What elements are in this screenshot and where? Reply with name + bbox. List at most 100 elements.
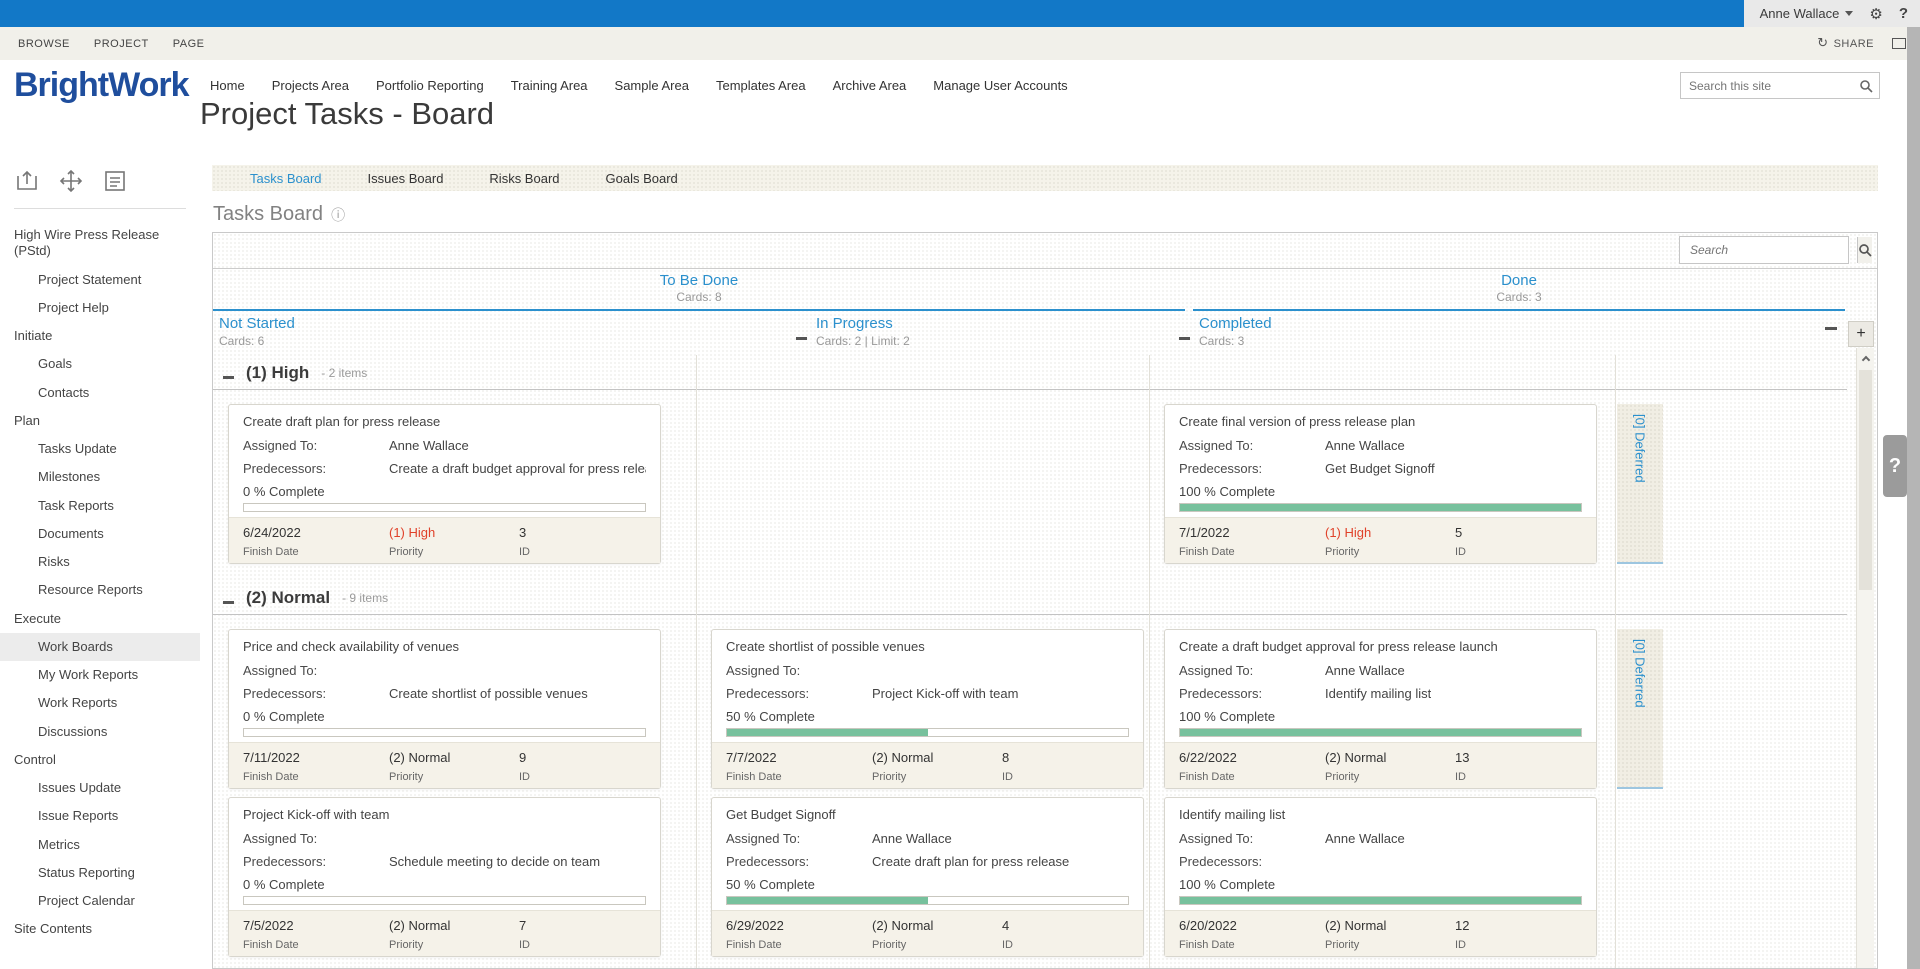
deferred-collapsed-column[interactable]: [0] Deferred xyxy=(1617,629,1663,789)
percent-complete-label: 50 % Complete xyxy=(726,709,1129,724)
column-label: Completed xyxy=(1199,315,1272,332)
deferred-label: [0] Deferred xyxy=(1633,639,1648,787)
sidebar-item[interactable]: Goals xyxy=(0,350,200,378)
lane-cell-in-progress: Create shortlist of possible venues Assi… xyxy=(696,629,1149,957)
sidebar-item[interactable]: High Wire Press Release (PStd) xyxy=(0,221,200,266)
predecessors-label: Predecessors: xyxy=(243,854,389,869)
feedback-help-tab[interactable]: ? xyxy=(1883,435,1907,497)
task-card[interactable]: Project Kick-off with team Assigned To: … xyxy=(228,797,661,957)
board-search-icon[interactable] xyxy=(1857,237,1872,263)
task-card[interactable]: Price and check availability of venues A… xyxy=(228,629,661,789)
sidebar-item[interactable]: My Work Reports xyxy=(0,661,200,689)
progress-bar xyxy=(243,896,646,905)
sidebar-item[interactable]: Work Boards xyxy=(0,633,200,661)
sidebar-item[interactable]: Work Reports xyxy=(0,689,200,717)
board-tab[interactable]: Issues Board xyxy=(368,171,444,186)
ribbon-tab[interactable]: PAGE xyxy=(173,38,205,50)
page-scrollbar[interactable] xyxy=(1907,27,1920,969)
board-search-input[interactable] xyxy=(1680,237,1857,263)
help-icon[interactable]: ? xyxy=(1899,5,1908,22)
focus-mode-icon[interactable] xyxy=(1892,38,1906,49)
task-card-body: Create draft plan for press release Assi… xyxy=(229,405,660,517)
finish-date-value: 7/7/2022 xyxy=(726,750,872,765)
collapse-lane-button[interactable] xyxy=(223,376,234,379)
chevron-down-icon xyxy=(1845,11,1853,16)
swimlane-body: Price and check availability of venues A… xyxy=(213,615,1877,969)
user-menu[interactable]: Anne Wallace xyxy=(1760,6,1854,21)
scrollbar-thumb[interactable] xyxy=(1859,370,1872,590)
assigned-to-label: Assigned To: xyxy=(1179,831,1325,846)
board-tab[interactable]: Tasks Board xyxy=(250,171,322,186)
sidebar-item[interactable]: Metrics xyxy=(0,831,200,859)
task-card-footer: 6/24/2022Finish Date (1) HighPriority 3I… xyxy=(229,517,660,563)
top-nav-link[interactable]: Home xyxy=(210,78,245,93)
sidebar-item[interactable]: Milestones xyxy=(0,463,200,491)
info-icon[interactable]: ⓘ xyxy=(331,205,345,225)
list-icon[interactable] xyxy=(102,168,128,194)
sidebar-item[interactable]: Site Contents xyxy=(0,915,200,943)
task-card[interactable]: Create shortlist of possible venues Assi… xyxy=(711,629,1144,789)
task-card[interactable]: Identify mailing list Assigned To: Anne … xyxy=(1164,797,1597,957)
share-button[interactable]: ↻ SHARE xyxy=(1817,37,1874,50)
top-nav-link[interactable]: Sample Area xyxy=(615,78,689,93)
sidebar-item[interactable]: Status Reporting xyxy=(0,859,200,887)
top-nav-link[interactable]: Templates Area xyxy=(716,78,806,93)
collapse-lane-button[interactable] xyxy=(223,601,234,604)
board-tab[interactable]: Risks Board xyxy=(489,171,559,186)
sidebar-item[interactable]: Documents xyxy=(0,520,200,548)
sidebar-item[interactable]: Task Reports xyxy=(0,492,200,520)
predecessors-label: Predecessors: xyxy=(243,461,389,476)
brightwork-logo[interactable]: BrightWork xyxy=(14,66,188,105)
sidebar-item[interactable]: Project Calendar xyxy=(0,887,200,915)
top-nav-link[interactable]: Manage User Accounts xyxy=(933,78,1067,93)
sidebar-item[interactable]: Issues Update xyxy=(0,774,200,802)
finish-date-value: 7/5/2022 xyxy=(243,918,389,933)
top-nav-link[interactable]: Archive Area xyxy=(833,78,907,93)
board-zoom-in-button[interactable]: + xyxy=(1848,321,1874,347)
site-search-input[interactable] xyxy=(1681,79,1853,93)
task-card[interactable]: Get Budget Signoff Assigned To: Anne Wal… xyxy=(711,797,1144,957)
assigned-to-label: Assigned To: xyxy=(726,831,872,846)
lane-cell-filler xyxy=(1667,629,1877,957)
site-search-icon[interactable] xyxy=(1853,73,1879,98)
percent-complete-label: 50 % Complete xyxy=(726,877,1129,892)
task-card[interactable]: Create a draft budget approval for press… xyxy=(1164,629,1597,789)
task-title: Create shortlist of possible venues xyxy=(726,639,1129,654)
deferred-collapsed-column[interactable]: [0] Deferred xyxy=(1617,404,1663,564)
finish-date-value: 6/20/2022 xyxy=(1179,918,1325,933)
move-icon[interactable] xyxy=(58,168,84,194)
progress-bar-fill xyxy=(1180,504,1581,511)
export-icon[interactable] xyxy=(14,168,40,194)
sidebar-item[interactable]: Tasks Update xyxy=(0,435,200,463)
sidebar-item[interactable]: Issue Reports xyxy=(0,802,200,830)
top-nav-link[interactable]: Training Area xyxy=(511,78,588,93)
board-tab[interactable]: Goals Board xyxy=(606,171,678,186)
sidebar-item[interactable]: Contacts xyxy=(0,379,200,407)
ribbon-tab[interactable]: PROJECT xyxy=(94,38,149,50)
task-card[interactable]: Create final version of press release pl… xyxy=(1164,404,1597,564)
sidebar-item[interactable]: Project Statement xyxy=(0,266,200,294)
sidebar-item[interactable]: Project Help xyxy=(0,294,200,322)
top-nav-link[interactable]: Portfolio Reporting xyxy=(376,78,484,93)
predecessors-value: Create draft plan for press release xyxy=(872,854,1069,869)
board-zoom-out-button[interactable] xyxy=(1825,327,1837,330)
sidebar-item[interactable]: Initiate xyxy=(0,322,200,350)
column-cards-count: Cards: 6 xyxy=(219,334,295,348)
sidebar-item[interactable]: Execute xyxy=(0,605,200,633)
top-nav-link[interactable]: Projects Area xyxy=(272,78,349,93)
chevron-up-icon xyxy=(1861,355,1869,363)
task-card[interactable]: Create draft plan for press release Assi… xyxy=(228,404,661,564)
scroll-up-button[interactable] xyxy=(1857,348,1874,368)
sidebar-item[interactable]: Discussions xyxy=(0,718,200,746)
sidebar-item[interactable]: Resource Reports xyxy=(0,576,200,604)
collapse-column-button[interactable] xyxy=(796,337,807,340)
task-card-body: Create shortlist of possible venues Assi… xyxy=(712,630,1143,742)
sidebar-item[interactable]: Risks xyxy=(0,548,200,576)
sidebar-item[interactable]: Control xyxy=(0,746,200,774)
super-column-label: Done xyxy=(1193,272,1845,289)
gear-icon[interactable]: ⚙ xyxy=(1869,5,1882,23)
collapse-column-button[interactable] xyxy=(1179,337,1190,340)
sidebar-item[interactable]: Plan xyxy=(0,407,200,435)
board-scrollbar[interactable] xyxy=(1856,348,1874,968)
ribbon-tab[interactable]: BROWSE xyxy=(18,38,70,50)
